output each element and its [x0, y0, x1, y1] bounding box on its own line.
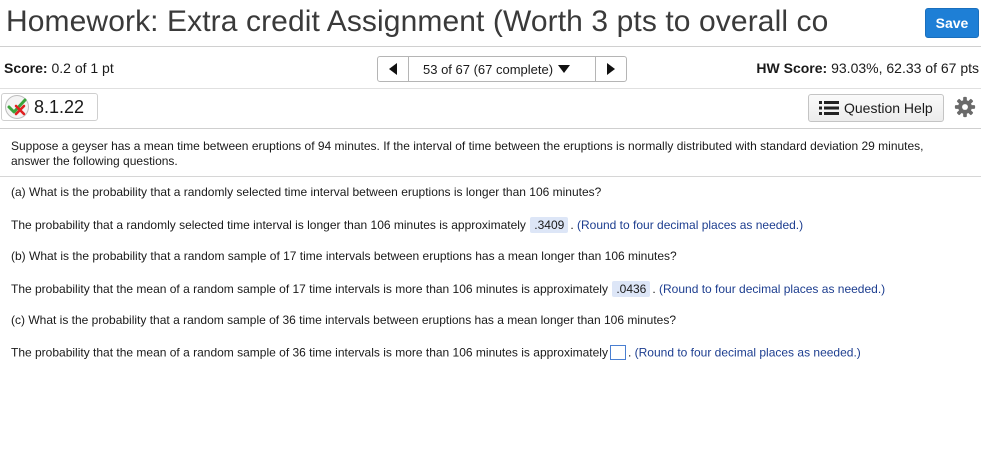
- next-question-button[interactable]: [595, 56, 627, 82]
- hw-score-value: 93.03%, 62.33 of 67 pts: [831, 60, 979, 76]
- question-select[interactable]: 53 of 67 (67 complete): [409, 56, 595, 82]
- gear-icon[interactable]: [954, 96, 976, 118]
- part-c-answer-line: The probability that the mean of a rando…: [11, 345, 861, 360]
- part-a-answer-line: The probability that a randomly selected…: [11, 217, 804, 233]
- part-c-hint: (Round to four decimal places as needed.…: [634, 345, 861, 360]
- question-help-label: Question Help: [844, 100, 933, 116]
- question-navigator: 53 of 67 (67 complete): [377, 56, 627, 82]
- header-divider: [0, 46, 981, 47]
- dropdown-arrow-icon: [558, 65, 571, 73]
- score-value: 0.2 of 1 pt: [51, 60, 114, 76]
- hw-score-label: HW Score:: [756, 60, 828, 76]
- part-a-answer-field[interactable]: .3409: [530, 217, 569, 233]
- list-icon: [819, 101, 839, 115]
- part-b-answer-field[interactable]: .0436: [612, 281, 651, 297]
- arrow-right-icon: [607, 63, 615, 75]
- part-c-answer-input[interactable]: [609, 345, 626, 360]
- part-b-answer-prefix: The probability that the mean of a rando…: [11, 282, 608, 296]
- question-number-badge: 8.1.22: [1, 93, 98, 121]
- part-c-answer-prefix: The probability that the mean of a rando…: [11, 345, 608, 360]
- part-c-question: (c) What is the probability that a rando…: [11, 313, 677, 327]
- part-b-question: (b) What is the probability that a rando…: [11, 249, 677, 263]
- part-b-hint: (Round to four decimal places as needed.…: [659, 282, 886, 296]
- save-button[interactable]: Save: [925, 8, 979, 38]
- question-help-button[interactable]: Question Help: [808, 94, 944, 122]
- part-a-answer-prefix: The probability that a randomly selected…: [11, 218, 526, 232]
- question-header-divider: [0, 128, 981, 129]
- previous-question-button[interactable]: [377, 56, 409, 82]
- question-select-value: 53 of 67 (67 complete): [423, 61, 554, 77]
- page-title: Homework: Extra credit Assignment (Worth…: [6, 5, 829, 38]
- status-divider: [0, 88, 981, 89]
- arrow-left-icon: [389, 63, 397, 75]
- score: Score: 0.2 of 1 pt: [4, 60, 114, 76]
- part-b-answer-line: The probability that the mean of a rando…: [11, 281, 886, 297]
- question-number: 8.1.22: [34, 96, 85, 117]
- part-a-question: (a) What is the probability that a rando…: [11, 185, 602, 199]
- question-intro: Suppose a geyser has a mean time between…: [11, 139, 924, 168]
- intro-divider: [0, 176, 981, 177]
- score-label: Score:: [4, 60, 48, 76]
- part-a-hint: (Round to four decimal places as needed.…: [576, 218, 804, 232]
- hw-score: HW Score: 93.03%, 62.33 of 67 pts: [756, 60, 979, 76]
- partial-credit-icon: [5, 95, 29, 119]
